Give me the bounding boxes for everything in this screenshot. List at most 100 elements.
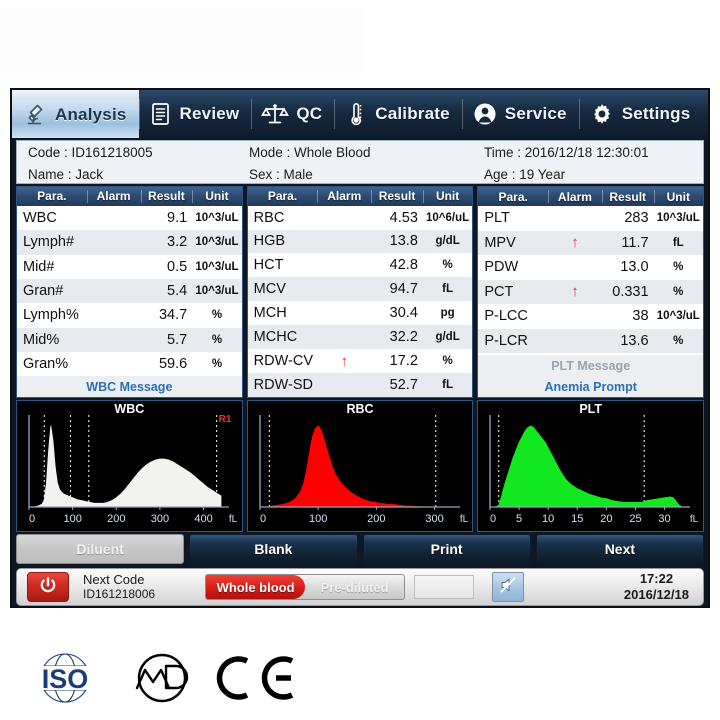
mode-pre-diluted[interactable]: Pre-diluted [305,575,404,599]
next-code-label: Next Code [83,571,145,587]
status-bar: Next Code ID161218006 Whole blood Pre-di… [16,568,704,606]
cell-result: 38 [632,308,649,325]
patient-info-panel: Code : ID161218005 Mode : Whole Blood Ti… [16,140,704,184]
cell-unit: % [211,357,223,370]
cell-result: 0.331 [612,283,649,300]
table-row[interactable]: HCT 42.8% [247,253,473,278]
column-header-para: Para. [267,189,298,204]
histogram-flag-r1: R1 [218,414,232,425]
certification-logos: ISO [22,652,300,708]
cell-result: 13.0 [620,259,649,276]
tab-label: QC [296,104,323,123]
cell-unit: 10^6/uL [426,211,470,224]
patient-mode: Mode : Whole Blood [249,144,371,160]
cell-parameter: MCHC [253,329,298,346]
mute-button[interactable] [492,572,525,602]
tab-service[interactable]: Service [461,90,579,138]
svg-text:0: 0 [260,513,266,525]
cell-result: 13.6 [620,332,649,349]
table-row[interactable]: MPV ↑ 11.7 fL [478,230,704,255]
table-row[interactable]: MCH 30.4 pg [247,301,473,326]
main-tab-bar: Analysis Review QC Calibrate Service Set… [12,90,708,138]
cell-unit: g/dL [435,235,460,248]
table-row[interactable]: Lymph# 3.2 10^3/uL [17,230,242,255]
column-header-result: Result [140,187,193,206]
cell-parameter: RBC [253,209,285,226]
cell-result: 0.5 [167,258,188,275]
tab-calibrate[interactable]: Calibrate [334,90,462,138]
cell-unit: g/dL [435,331,460,344]
table-row[interactable]: P-LCC 38 10^3/uL [478,304,704,329]
cell-alarm: ↑ [548,235,602,250]
svg-text:15: 15 [571,513,583,525]
next-button[interactable]: Next [535,534,704,564]
blank-top-area [0,0,720,88]
tab-review[interactable]: Review [138,90,252,138]
wbc-histogram[interactable]: WBC 0 100 200 300 400 fL R1 [16,400,243,532]
column-header-para: Para. [37,189,67,204]
message-anemia-prompt[interactable]: Anemia Prompt [478,376,704,397]
diluent-button[interactable]: Diluent [16,534,185,564]
patient-info-row-2: Name : Jack Sex : Male Age : 19 Year [17,163,703,185]
sample-mode-switch[interactable]: Whole blood Pre-diluted [205,574,406,600]
table-row[interactable]: P-LCR 13.6% [478,328,704,353]
table-row[interactable]: RBC 4.53 10^6/uL [247,205,473,230]
clock-block: 17:22 2016/12/18 [624,571,689,602]
microscope-icon [22,102,48,128]
clock-time: 17:22 [639,571,674,587]
cell-result: 283 [624,210,649,227]
table-row[interactable]: Gran% 59.6% [17,351,242,377]
tab-label: Analysis [55,104,127,124]
table-row[interactable]: PDW 13.0% [478,255,704,280]
svg-text:100: 100 [63,513,81,525]
cell-unit: % [442,355,453,368]
table-row[interactable]: HGB 13.8 g/dL [247,229,473,254]
background-smudge [0,8,365,73]
plt-histogram[interactable]: PLT 0 5 10 15 20 25 30 fL [477,400,705,532]
rbc-histogram[interactable]: RBC 0 100 200 300 fL [246,400,474,532]
cell-result: 13.8 [389,233,418,250]
mode-whole-blood[interactable]: Whole blood [206,575,306,599]
table-row[interactable]: PCT ↑ 0.331% [478,279,704,304]
cell-unit: pg [440,307,455,320]
svg-text:100: 100 [309,513,327,525]
column-header-alarm: Alarm [547,187,602,206]
tab-qc[interactable]: QC [251,90,334,138]
person-icon [472,101,498,127]
blank-button[interactable]: Blank [189,534,358,564]
power-icon [38,575,58,600]
table-row[interactable]: MCV 94.7 fL [247,277,473,302]
cell-parameter: PDW [484,259,519,276]
power-button[interactable] [27,572,69,602]
print-button[interactable]: Print [362,534,531,564]
svg-text:fL: fL [690,514,699,525]
table-row[interactable]: Gran# 5.4 10^3/uL [17,278,242,304]
tab-settings[interactable]: Settings [578,90,703,138]
svg-text:fL: fL [229,514,238,525]
table-row[interactable]: Mid# 0.5 10^3/uL [17,254,242,279]
message-plt-message[interactable]: PLT Message [478,355,704,376]
table-row[interactable]: Lymph% 34.7% [17,303,242,328]
cell-parameter: WBC [23,210,57,227]
wbc-table: Para. Alarm Result Unit WBC 9.1 10^3/uL Lymph# 3… [16,186,243,398]
message-wbc-message[interactable]: WBC Message [17,376,242,397]
cell-result: 4.53 [389,209,418,226]
table-row[interactable]: WBC 9.1 10^3/uL [17,205,242,231]
table-row[interactable]: RDW-CV ↑ 17.2% [247,349,473,374]
column-header-unit: Unit [422,187,472,206]
tab-analysis[interactable]: Analysis [12,90,139,138]
table-row[interactable]: PLT 283 10^3/uL [478,206,704,231]
table-row[interactable]: Mid% 5.7% [17,327,242,352]
md-logo [126,652,198,709]
cell-parameter: MCV [253,281,286,298]
cell-result: 94.7 [389,281,418,298]
column-header-result: Result [371,187,423,206]
table-row[interactable]: RDW-SD 52.7 fL [247,373,473,398]
svg-text:400: 400 [194,513,212,525]
svg-text:300: 300 [425,513,443,525]
iso-logo: ISO [22,652,108,709]
table-row[interactable]: MCHC 32.2 g/dL [247,325,473,350]
cell-parameter: MPV [484,234,516,251]
cell-unit: fL [442,283,454,296]
alarm-up-arrow-icon: ↑ [571,283,579,301]
